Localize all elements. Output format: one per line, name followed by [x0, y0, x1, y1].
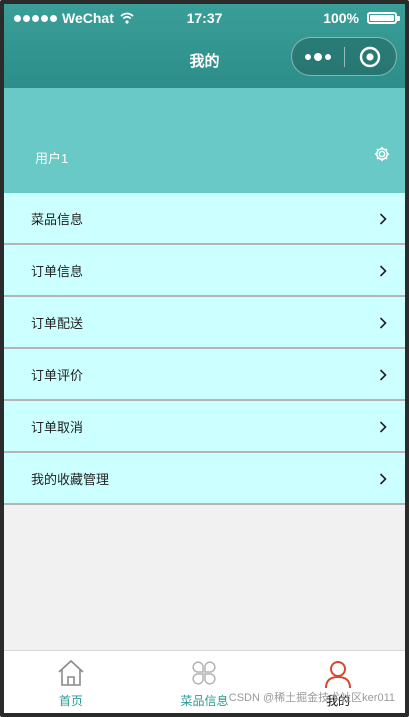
- menu-item-order-delivery[interactable]: 订单配送: [4, 297, 405, 349]
- gear-icon[interactable]: [373, 145, 391, 163]
- battery-percent: 100%: [323, 10, 359, 26]
- more-dot-icon: [304, 53, 311, 60]
- status-bar: WeChat 17:37 100%: [4, 4, 405, 30]
- chevron-right-icon: [379, 265, 387, 277]
- top-bar: WeChat 17:37 100% 我的: [4, 4, 405, 88]
- menu-item-label: 订单取消: [31, 419, 84, 435]
- more-button[interactable]: [292, 38, 344, 75]
- menu-item-label: 菜品信息: [31, 211, 84, 227]
- menu-item-label: 订单信息: [31, 263, 84, 279]
- target-close-icon: [360, 46, 381, 67]
- menu-item-label: 订单配送: [31, 315, 84, 331]
- clover-icon: [192, 661, 217, 685]
- chevron-right-icon: [379, 473, 387, 485]
- home-icon: [58, 660, 84, 686]
- tab-bar: 首页 菜品信息 我的 CSDN @稀土掘金技术社区ker011: [4, 650, 405, 713]
- chevron-right-icon: [379, 213, 387, 225]
- menu-item-order-cancel[interactable]: 订单取消: [4, 401, 405, 453]
- chevron-right-icon: [379, 317, 387, 329]
- profile-banner: 用户1: [4, 88, 405, 193]
- menu-item-order-review[interactable]: 订单评价: [4, 349, 405, 401]
- menu-item-favorites[interactable]: 我的收藏管理: [4, 453, 405, 505]
- watermark: CSDN @稀土掘金技术社区ker011: [228, 692, 395, 704]
- menu-item-label: 订单评价: [31, 367, 84, 383]
- tab-home[interactable]: 首页: [4, 651, 138, 713]
- phone-frame: WeChat 17:37 100% 我的 用户1 菜品信息 订单信息 订单配送 …: [0, 0, 409, 717]
- more-dot-icon: [313, 52, 322, 61]
- chevron-right-icon: [379, 421, 387, 433]
- close-button[interactable]: [344, 38, 396, 75]
- menu-list: 菜品信息 订单信息 订单配送 订单评价 订单取消 我的收藏管理: [4, 193, 405, 505]
- chevron-right-icon: [379, 369, 387, 381]
- user-icon: [325, 661, 352, 689]
- menu-item-dish-info[interactable]: 菜品信息: [4, 193, 405, 245]
- username: 用户1: [35, 151, 69, 166]
- menu-item-label: 我的收藏管理: [31, 471, 110, 487]
- menu-item-order-info[interactable]: 订单信息: [4, 245, 405, 297]
- miniprogram-capsule: [291, 37, 397, 76]
- more-dot-icon: [324, 53, 331, 60]
- tab-label: 首页: [58, 694, 83, 708]
- battery-icon: [367, 12, 400, 24]
